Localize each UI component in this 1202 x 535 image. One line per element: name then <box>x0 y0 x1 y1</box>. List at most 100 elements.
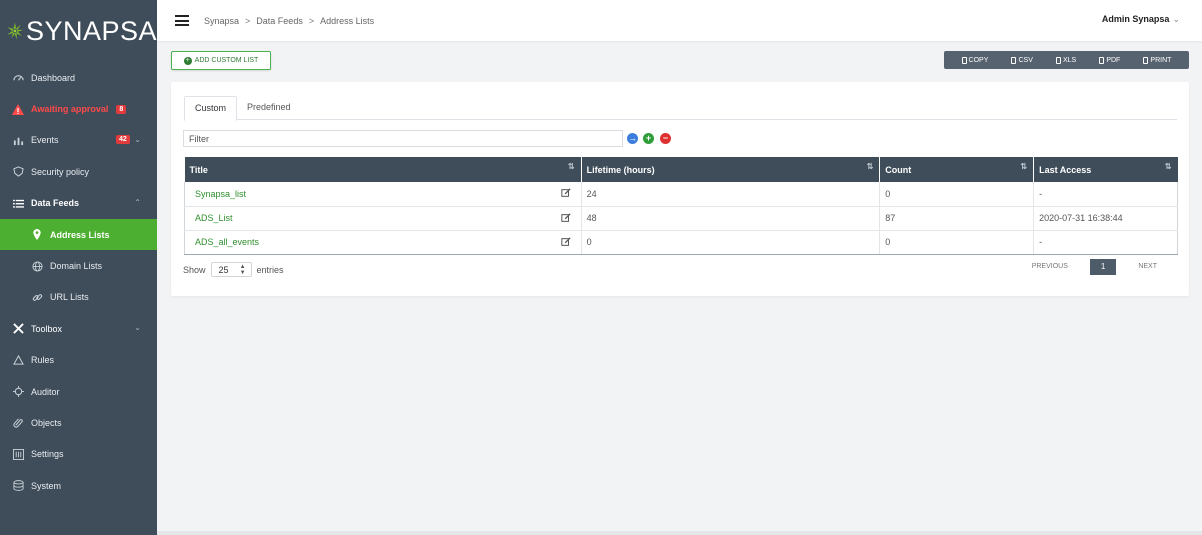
sidebar-item-label: Data Feeds <box>31 198 80 209</box>
cell-lifetime: 24 <box>581 182 881 207</box>
xls-button[interactable]: XLS <box>1055 56 1077 64</box>
sidebar-item-events[interactable]: Events 42 ⌄ <box>0 125 157 156</box>
breadcrumb-item-data-feeds[interactable]: Data Feeds <box>256 16 303 26</box>
sidebar-item-objects[interactable]: Objects <box>0 407 157 438</box>
cell-count: 87 <box>879 206 1035 231</box>
sort-icon: ⇅ <box>1164 162 1172 171</box>
edit-icon[interactable] <box>560 188 571 198</box>
column-header-lifetime[interactable]: Lifetime (hours) ⇅ <box>581 157 881 182</box>
sidebar-item-label: Address Lists <box>50 229 110 240</box>
sidebar-item-system[interactable]: System <box>0 470 157 501</box>
file-icon <box>1099 56 1105 64</box>
sidebar-item-rules[interactable]: Rules <box>0 345 157 376</box>
list-title-link[interactable]: ADS_all_events <box>195 237 259 247</box>
bar-chart-icon <box>11 133 25 147</box>
chevron-up-icon: ⌃ <box>134 197 141 207</box>
sidebar: SYNAPSA Dashboard Awaiting approval 8 Ev… <box>0 0 157 535</box>
link-icon <box>30 290 44 304</box>
next-page-button[interactable]: NEXT <box>1126 259 1169 275</box>
cell-title: ADS_all_events <box>184 230 582 255</box>
sidebar-item-dashboard[interactable]: Dashboard <box>0 62 157 93</box>
shield-icon <box>11 165 25 179</box>
tab-custom[interactable]: Custom <box>184 96 238 121</box>
chevron-down-icon: ⌄ <box>1172 14 1180 24</box>
edit-icon[interactable] <box>560 236 571 247</box>
edit-icon[interactable] <box>560 212 571 223</box>
paperclip-icon <box>11 416 25 430</box>
tab-bar: Custom Predefined <box>184 96 1177 121</box>
address-lists-card: Custom Predefined → + − Title ⇅ Lifetime … <box>171 82 1189 296</box>
add-custom-list-label: ADD CUSTOM LIST <box>194 57 259 64</box>
column-title-label: Title <box>189 164 208 175</box>
pdf-label: PDF <box>1106 56 1121 64</box>
sort-arrows-icon: ▲ ▼ <box>239 263 246 276</box>
page-length-value: 25 <box>218 264 229 275</box>
sort-icon: ⇅ <box>567 162 575 171</box>
minus-icon[interactable]: − <box>660 133 671 144</box>
tab-predefined[interactable]: Predefined <box>237 96 301 120</box>
breadcrumb-separator: > <box>308 15 315 26</box>
sidebar-item-url-lists[interactable]: URL Lists <box>0 282 157 313</box>
list-icon <box>11 196 25 210</box>
sidebar-item-data-feeds[interactable]: Data Feeds ⌃ <box>0 188 157 219</box>
page-length-select[interactable]: 25 ▲ ▼ <box>210 262 252 277</box>
filter-input[interactable] <box>183 130 623 147</box>
brand-name: SYNAPSA <box>25 15 157 46</box>
breadcrumb-item-address-lists: Address Lists <box>320 15 375 26</box>
plus-icon[interactable]: + <box>643 133 654 144</box>
logo[interactable]: SYNAPSA <box>0 0 157 62</box>
sidebar-item-auditor[interactable]: Auditor <box>0 376 157 407</box>
cell-last-access: - <box>1033 182 1178 207</box>
column-header-count[interactable]: Count ⇅ <box>879 157 1035 182</box>
column-header-last-access[interactable]: Last Access ⇅ <box>1033 157 1178 182</box>
globe-icon <box>30 259 44 273</box>
page-length-control: Show 25 ▲ ▼ entries <box>183 262 284 277</box>
list-title-link[interactable]: Synapsa_list <box>195 189 246 199</box>
print-label: PRINT <box>1150 56 1172 64</box>
print-button[interactable]: PRINT <box>1143 56 1172 64</box>
arrow-right-icon[interactable]: → <box>627 133 638 144</box>
export-toolbar: COPY CSV XLS PDF PRINT <box>944 51 1189 69</box>
sidebar-item-awaiting-approval[interactable]: Awaiting approval 8 <box>0 93 157 124</box>
cell-count: 0 <box>879 182 1035 207</box>
column-last-access-label: Last Access <box>1039 164 1092 175</box>
pdf-button[interactable]: PDF <box>1099 56 1121 64</box>
sort-icon: ⇅ <box>1020 162 1028 171</box>
table-row: ADS_all_events 0 0 - <box>184 230 1178 255</box>
breadcrumb-item-synapsa[interactable]: Synapsa <box>204 16 239 26</box>
sidebar-item-domain-lists[interactable]: Domain Lists <box>0 250 157 281</box>
copy-button[interactable]: COPY <box>961 56 989 64</box>
sidebar-item-label: System <box>31 480 62 491</box>
list-title-link[interactable]: ADS_List <box>195 213 233 223</box>
csv-button[interactable]: CSV <box>1011 56 1033 64</box>
sidebar-item-settings[interactable]: Settings <box>0 439 157 470</box>
cell-title: ADS_List <box>184 206 582 231</box>
sidebar-item-security-policy[interactable]: Security policy <box>0 156 157 187</box>
breadcrumb: Synapsa > Data Feeds > Address Lists <box>204 16 374 26</box>
sidebar-item-label: Domain Lists <box>50 261 103 272</box>
sidebar-item-label: Toolbox <box>31 323 63 334</box>
add-custom-list-button[interactable]: + ADD CUSTOM LIST <box>171 51 271 70</box>
pagination: PREVIOUS 1 NEXT <box>1020 259 1169 275</box>
file-icon <box>1011 56 1017 64</box>
plus-circle-icon: + <box>183 56 192 65</box>
count-badge: 42 <box>116 134 130 144</box>
sliders-icon <box>11 447 25 461</box>
menu-icon[interactable] <box>175 15 189 26</box>
xls-label: XLS <box>1062 56 1077 64</box>
sidebar-item-label: Awaiting approval <box>31 104 109 115</box>
sidebar-item-label: Objects <box>31 417 62 428</box>
column-header-title[interactable]: Title ⇅ <box>184 157 582 182</box>
copy-label: COPY <box>968 56 989 64</box>
page-button-current[interactable]: 1 <box>1089 259 1117 275</box>
sidebar-item-toolbox[interactable]: Toolbox ⌄ <box>0 313 157 344</box>
user-menu[interactable]: Admin Synapsa ⌄ <box>1102 14 1180 25</box>
warning-icon <box>11 102 25 116</box>
sidebar-item-label: Security policy <box>31 166 90 177</box>
count-badge: 8 <box>116 104 127 114</box>
previous-page-button[interactable]: PREVIOUS <box>1020 259 1080 275</box>
entries-label: entries <box>256 264 284 275</box>
triangle-icon <box>11 353 25 367</box>
sidebar-item-address-lists[interactable]: Address Lists <box>0 218 157 251</box>
footer-divider <box>157 531 1202 535</box>
